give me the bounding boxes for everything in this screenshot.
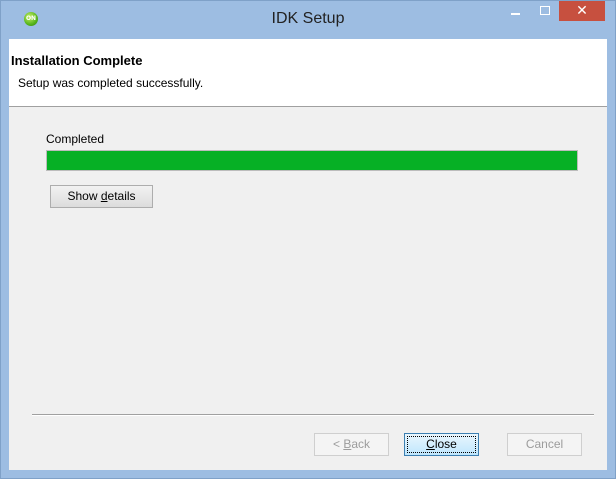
- back-label-pre: <: [332, 437, 344, 451]
- maximize-icon: [540, 6, 550, 15]
- progress-fill: [47, 151, 577, 170]
- progress-bar: [46, 150, 578, 171]
- close-icon: ✕: [576, 3, 588, 19]
- footer-divider: [32, 414, 594, 416]
- setup-client-area: Installation Complete Setup was complete…: [9, 39, 607, 470]
- show-details-label-pre: Show: [67, 189, 101, 203]
- back-button[interactable]: < Back: [314, 433, 389, 456]
- focus-rectangle: [407, 436, 476, 453]
- show-details-accel: d: [100, 189, 108, 203]
- show-details-label-post: etails: [107, 189, 136, 203]
- minimize-icon: [511, 13, 520, 15]
- maximize-button[interactable]: [532, 1, 558, 21]
- setup-window: ON IDK Setup ✕ Installation Complete Set…: [0, 0, 616, 479]
- cancel-button[interactable]: Cancel: [507, 433, 582, 456]
- show-details-button[interactable]: Show details: [50, 185, 153, 208]
- title-bar[interactable]: ON IDK Setup ✕: [1, 1, 615, 39]
- close-window-button[interactable]: ✕: [559, 1, 605, 21]
- page-header: Installation Complete Setup was complete…: [9, 39, 607, 107]
- page-subtitle: Setup was completed successfully.: [18, 76, 204, 90]
- minimize-button[interactable]: [501, 1, 531, 21]
- status-label: Completed: [46, 132, 105, 146]
- page-title: Installation Complete: [11, 53, 143, 68]
- back-label-post: ack: [351, 437, 371, 451]
- close-button[interactable]: Close: [404, 433, 479, 456]
